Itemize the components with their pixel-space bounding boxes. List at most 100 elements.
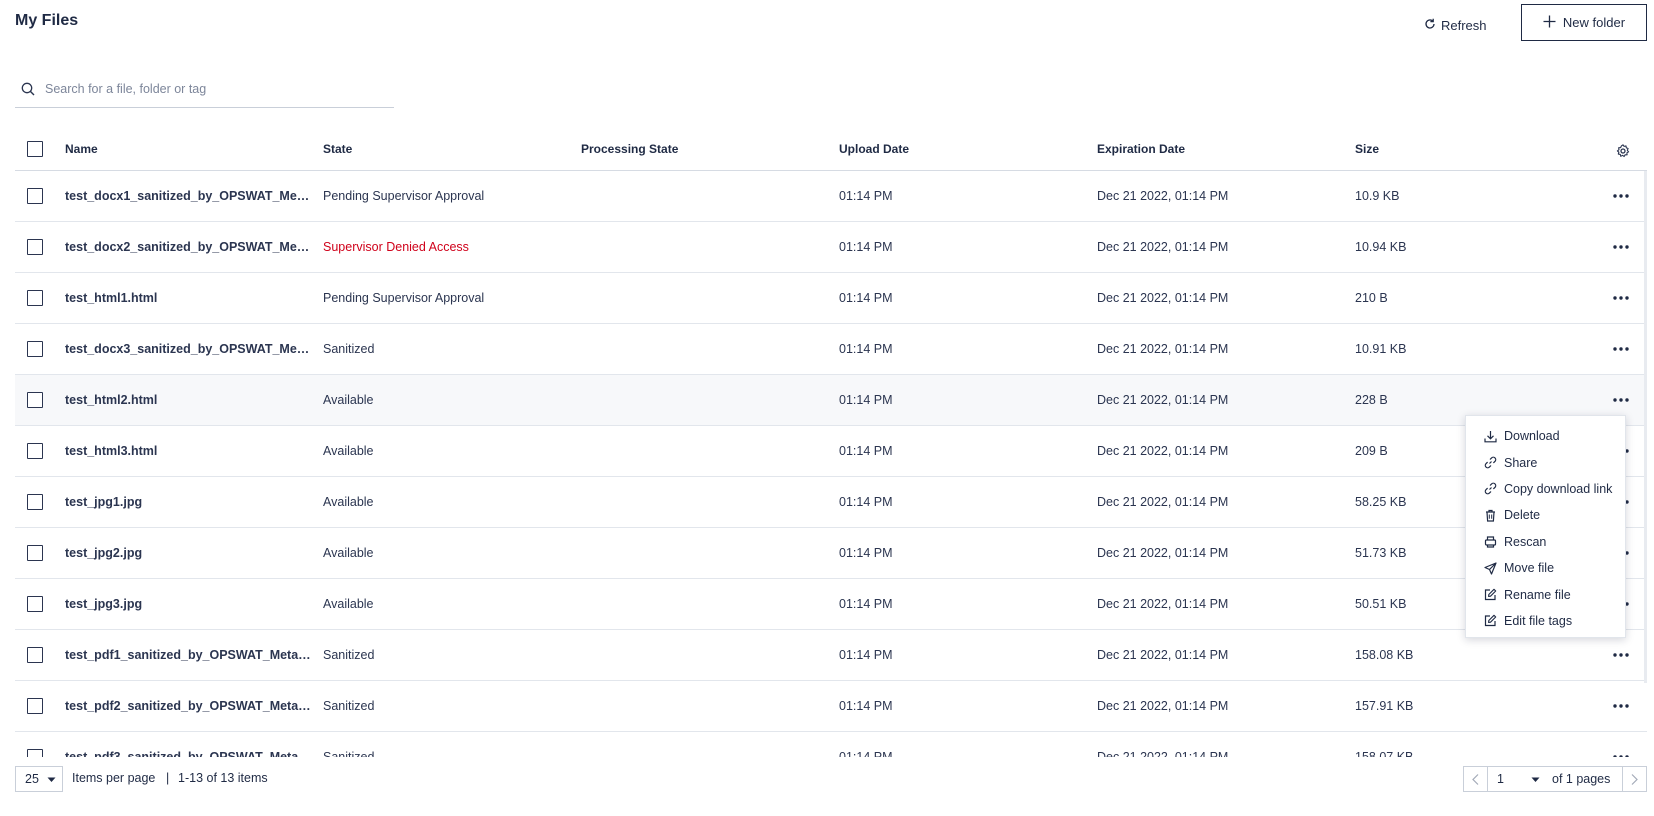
table-row[interactable]: test_jpg2.jpg Available 01:14 PM Dec 21 202… bbox=[15, 528, 1647, 579]
file-expiration-date: Dec 21 2022, 01:14 PM bbox=[1097, 750, 1229, 757]
table-row[interactable]: test_docx1_sanitized_by_OPSWAT_MetaDefen… bbox=[15, 171, 1647, 222]
file-expiration-date: Dec 21 2022, 01:14 PM bbox=[1097, 444, 1229, 458]
row-checkbox[interactable] bbox=[27, 341, 43, 357]
menu-item-copy-download-link[interactable]: Copy download link bbox=[1466, 476, 1625, 502]
table-scrollbar[interactable] bbox=[1644, 171, 1647, 683]
search-input[interactable] bbox=[45, 82, 375, 96]
refresh-button[interactable]: Refresh bbox=[1424, 12, 1487, 38]
file-name[interactable]: test_html2.html bbox=[65, 393, 323, 407]
menu-item-download[interactable]: Download bbox=[1466, 423, 1625, 449]
refresh-icon bbox=[1424, 18, 1436, 33]
more-actions-icon[interactable] bbox=[1609, 186, 1633, 206]
column-header-expiration-date[interactable]: Expiration Date bbox=[1097, 142, 1355, 156]
prev-page-button[interactable] bbox=[1464, 767, 1488, 791]
row-checkbox[interactable] bbox=[27, 188, 43, 204]
select-all-checkbox[interactable] bbox=[27, 140, 43, 157]
column-header-size[interactable]: Size bbox=[1355, 142, 1555, 156]
menu-item-move-file[interactable]: Move file bbox=[1466, 555, 1625, 581]
items-count: 1-13 of 13 items bbox=[178, 771, 268, 785]
row-actions-menu: Download Share Copy download link Delete Res… bbox=[1465, 415, 1626, 638]
file-name[interactable]: test_docx1_sanitized_by_OPSWAT_MetaDefen… bbox=[65, 189, 323, 203]
file-state: Sanitized bbox=[323, 750, 375, 757]
table-row[interactable]: test_pdf3_sanitized_by_OPSWAT_MetaDefend… bbox=[15, 732, 1647, 757]
column-header-name[interactable]: Name bbox=[65, 142, 323, 156]
pager: 1 of 1 pages bbox=[1463, 766, 1647, 792]
table-row[interactable]: test_docx3_sanitized_by_OPSWAT_MetaDefen… bbox=[15, 324, 1647, 375]
table-row[interactable]: test_html2.html Available 01:14 PM Dec 21 2… bbox=[15, 375, 1647, 426]
more-actions-icon[interactable] bbox=[1609, 696, 1633, 716]
menu-item-share[interactable]: Share bbox=[1466, 449, 1625, 475]
file-expiration-date: Dec 21 2022, 01:14 PM bbox=[1097, 495, 1229, 509]
row-checkbox[interactable] bbox=[27, 749, 43, 757]
file-expiration-date: Dec 21 2022, 01:14 PM bbox=[1097, 342, 1229, 356]
column-header-upload-date[interactable]: Upload Date bbox=[839, 142, 1097, 156]
file-name[interactable]: test_docx2_sanitized_by_OPSWAT_MetaDefen… bbox=[65, 240, 323, 254]
page-title: My Files bbox=[15, 12, 79, 29]
file-name[interactable]: test_pdf3_sanitized_by_OPSWAT_MetaDefend… bbox=[65, 750, 323, 757]
file-upload-date: 01:14 PM bbox=[839, 750, 893, 757]
more-actions-icon[interactable] bbox=[1609, 288, 1633, 308]
more-actions-icon[interactable] bbox=[1609, 747, 1633, 757]
file-name[interactable]: test_jpg3.jpg bbox=[65, 597, 323, 611]
row-checkbox[interactable] bbox=[27, 290, 43, 306]
next-page-button[interactable] bbox=[1622, 767, 1646, 791]
file-name[interactable]: test_pdf1_sanitized_by_OPSWAT_MetaDefend… bbox=[65, 648, 323, 662]
file-size: 10.94 KB bbox=[1355, 240, 1407, 254]
more-actions-icon[interactable] bbox=[1609, 390, 1633, 410]
file-size: 210 B bbox=[1355, 291, 1388, 305]
file-state: Available bbox=[323, 393, 374, 407]
menu-item-edit-file-tags[interactable]: Edit file tags bbox=[1466, 608, 1625, 634]
menu-item-rescan[interactable]: Rescan bbox=[1466, 529, 1625, 555]
search-bar bbox=[15, 71, 394, 108]
more-actions-icon[interactable] bbox=[1609, 645, 1633, 665]
menu-item-delete[interactable]: Delete bbox=[1466, 502, 1625, 528]
row-checkbox[interactable] bbox=[27, 596, 43, 612]
gear-icon[interactable] bbox=[1613, 141, 1633, 161]
file-upload-date: 01:14 PM bbox=[839, 444, 893, 458]
table-row[interactable]: test_pdf2_sanitized_by_OPSWAT_MetaDefend… bbox=[15, 681, 1647, 732]
file-expiration-date: Dec 21 2022, 01:14 PM bbox=[1097, 189, 1229, 203]
file-upload-date: 01:14 PM bbox=[839, 597, 893, 611]
file-name[interactable]: test_docx3_sanitized_by_OPSWAT_MetaDefen… bbox=[65, 342, 323, 356]
menu-item-label: Share bbox=[1504, 455, 1538, 470]
menu-item-label: Copy download link bbox=[1504, 481, 1613, 496]
table-row[interactable]: test_docx2_sanitized_by_OPSWAT_MetaDefen… bbox=[15, 222, 1647, 273]
page-select[interactable]: 1 bbox=[1488, 767, 1546, 791]
trash-icon bbox=[1483, 508, 1497, 522]
row-checkbox[interactable] bbox=[27, 494, 43, 510]
file-name[interactable]: test_html3.html bbox=[65, 444, 323, 458]
row-checkbox[interactable] bbox=[27, 698, 43, 714]
table-row[interactable]: test_pdf1_sanitized_by_OPSWAT_MetaDefend… bbox=[15, 630, 1647, 681]
link-icon bbox=[1483, 456, 1497, 470]
table-row[interactable]: test_jpg3.jpg Available 01:14 PM Dec 21 202… bbox=[15, 579, 1647, 630]
file-state: Pending Supervisor Approval bbox=[323, 291, 485, 305]
more-actions-icon[interactable] bbox=[1609, 339, 1633, 359]
file-name[interactable]: test_jpg2.jpg bbox=[65, 546, 323, 560]
file-name[interactable]: test_jpg1.jpg bbox=[65, 495, 323, 509]
more-actions-icon[interactable] bbox=[1609, 237, 1633, 257]
row-checkbox[interactable] bbox=[27, 392, 43, 408]
file-state: Available bbox=[323, 495, 374, 509]
table-row[interactable]: test_html3.html Available 01:14 PM Dec 21 2… bbox=[15, 426, 1647, 477]
row-checkbox[interactable] bbox=[27, 647, 43, 663]
file-upload-date: 01:14 PM bbox=[839, 699, 893, 713]
footer-separator: | bbox=[166, 771, 170, 785]
file-name[interactable]: test_pdf2_sanitized_by_OPSWAT_MetaDefend… bbox=[65, 699, 323, 713]
menu-item-rename-file[interactable]: Rename file bbox=[1466, 581, 1625, 607]
table-row[interactable]: test_html1.html Pending Supervisor Approv… bbox=[15, 273, 1647, 324]
column-header-state[interactable]: State bbox=[323, 142, 581, 156]
row-checkbox[interactable] bbox=[27, 239, 43, 255]
file-state: Available bbox=[323, 546, 374, 560]
file-state: Available bbox=[323, 444, 374, 458]
items-per-page-select[interactable]: 25 bbox=[15, 766, 63, 792]
file-expiration-date: Dec 21 2022, 01:14 PM bbox=[1097, 546, 1229, 560]
column-header-processing-state[interactable]: Processing State bbox=[581, 142, 839, 156]
row-checkbox[interactable] bbox=[27, 443, 43, 459]
table-row[interactable]: test_jpg1.jpg Available 01:14 PM Dec 21 202… bbox=[15, 477, 1647, 528]
file-expiration-date: Dec 21 2022, 01:14 PM bbox=[1097, 597, 1229, 611]
new-folder-label: New folder bbox=[1562, 15, 1626, 30]
file-upload-date: 01:14 PM bbox=[839, 648, 893, 662]
new-folder-button[interactable]: New folder bbox=[1521, 4, 1647, 41]
row-checkbox[interactable] bbox=[27, 545, 43, 561]
file-name[interactable]: test_html1.html bbox=[65, 291, 323, 305]
